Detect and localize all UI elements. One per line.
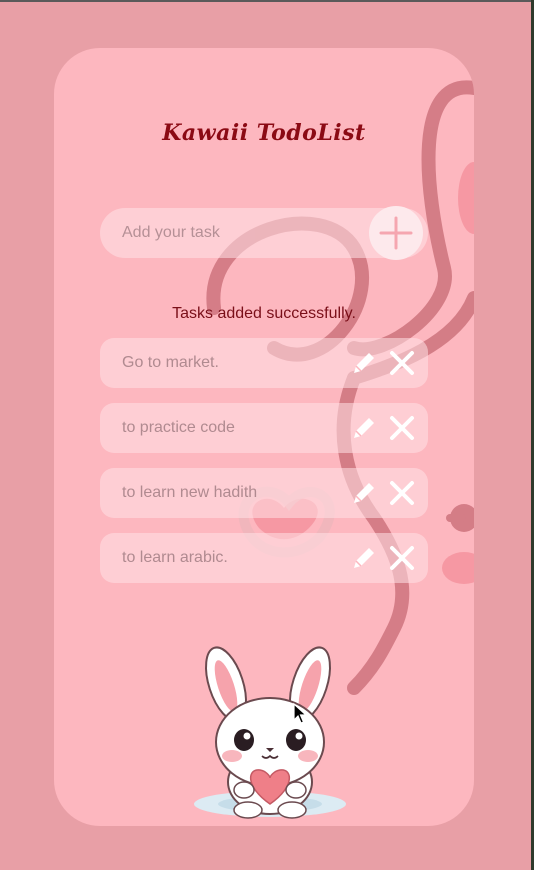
- app-title: Kawaii TodoList: [162, 120, 366, 146]
- mouse-cursor-icon: [293, 703, 307, 724]
- task-item: to learn arabic.: [100, 533, 428, 583]
- task-input[interactable]: [122, 208, 362, 258]
- task-text: to learn new hadith: [122, 484, 258, 501]
- task-list: Go to market. to practice code to learn …: [100, 338, 428, 598]
- plus-icon: [379, 216, 413, 250]
- status-message: Tasks added successfully.: [172, 305, 356, 322]
- close-icon[interactable]: [388, 349, 416, 377]
- todo-card: Kawaii TodoList Tasks added successfully…: [54, 48, 474, 826]
- task-item: Go to market.: [100, 338, 428, 388]
- pencil-icon[interactable]: [350, 479, 378, 507]
- task-item: to learn new hadith: [100, 468, 428, 518]
- pencil-icon[interactable]: [350, 544, 378, 572]
- close-icon[interactable]: [388, 479, 416, 507]
- task-text: to practice code: [122, 419, 235, 436]
- task-input-row: [100, 206, 428, 260]
- task-item: to practice code: [100, 403, 428, 453]
- window-top-edge: [0, 0, 534, 2]
- close-icon[interactable]: [388, 414, 416, 442]
- add-task-button[interactable]: [369, 206, 423, 260]
- close-icon[interactable]: [388, 544, 416, 572]
- task-text: to learn arabic.: [122, 549, 228, 566]
- pencil-icon[interactable]: [350, 349, 378, 377]
- pencil-icon[interactable]: [350, 414, 378, 442]
- bunny-illustration: [194, 646, 346, 819]
- task-text: Go to market.: [122, 354, 219, 371]
